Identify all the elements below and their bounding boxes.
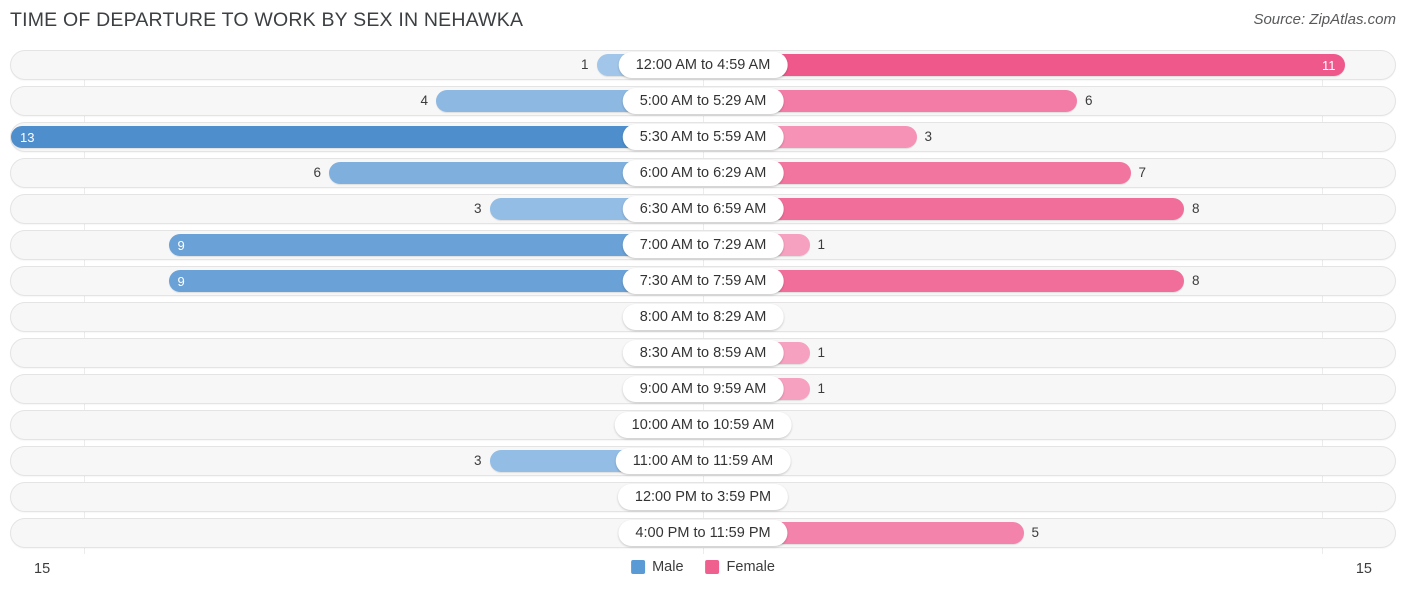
chart-root: TIME OF DEPARTURE TO WORK BY SEX IN NEHA… <box>0 0 1406 594</box>
female-value-label: 3 <box>924 129 933 145</box>
category-label: 11:00 AM to 11:59 AM <box>615 448 791 474</box>
chart-row[interactable]: 0 5 4:00 PM to 11:59 PM <box>10 518 1396 548</box>
legend-label: Male <box>652 559 684 575</box>
male-value-label: 3 <box>473 201 482 217</box>
male-bar-group: 0 <box>11 411 703 439</box>
axis-label-left: 15 <box>34 561 51 577</box>
female-value-label: 8 <box>1192 201 1200 217</box>
category-label: 9:00 AM to 9:59 AM <box>622 376 784 402</box>
chart-row[interactable]: 3 011:00 AM to 11:59 AM <box>10 446 1396 476</box>
category-label: 4:00 PM to 11:59 PM <box>618 520 788 546</box>
female-bar-group: 0 <box>703 483 1395 511</box>
chart-row[interactable]: 0012:00 PM to 3:59 PM <box>10 482 1396 512</box>
category-label: 12:00 PM to 3:59 PM <box>617 484 789 510</box>
male-value-label: 9 <box>177 273 185 289</box>
female-value-label: 5 <box>1031 525 1040 541</box>
legend-label: Female <box>726 559 775 575</box>
category-label: 7:00 AM to 7:29 AM <box>622 232 784 258</box>
male-bar-group: 9 <box>11 231 703 259</box>
female-bar-group: 1 <box>703 375 1395 403</box>
male-value-label: 3 <box>473 453 482 469</box>
legend-swatch-icon <box>631 560 646 575</box>
female-value-label: 8 <box>1192 273 1200 289</box>
category-label: 5:00 AM to 5:29 AM <box>622 88 784 114</box>
female-bar-group: 0 <box>703 411 1395 439</box>
male-bar-group: 3 <box>11 195 703 223</box>
male-bar-group: 4 <box>11 87 703 115</box>
female-bar-group: 5 <box>703 519 1395 547</box>
chart-row[interactable]: 9 8 7:30 AM to 7:59 AM <box>10 266 1396 296</box>
chart-footer: 15 15 Male Female <box>10 556 1396 590</box>
female-value-label: 1 <box>817 345 826 361</box>
male-bar-group: 0 <box>11 375 703 403</box>
male-bar-group: 0 <box>11 519 703 547</box>
female-bar-group: 11 <box>703 51 1395 79</box>
male-value-label: 9 <box>177 237 185 253</box>
category-label: 6:00 AM to 6:29 AM <box>622 160 784 186</box>
category-label: 7:30 AM to 7:59 AM <box>622 268 784 294</box>
male-bar[interactable]: 13 <box>11 126 703 148</box>
male-bar-group: 6 <box>11 159 703 187</box>
legend-swatch-icon <box>705 560 720 575</box>
female-bar-group: 8 <box>703 267 1395 295</box>
male-value-label: 13 <box>20 129 35 145</box>
female-value-label: 6 <box>1085 93 1093 109</box>
category-label: 5:30 AM to 5:59 AM <box>622 124 784 150</box>
chart-row[interactable]: 9 1 7:00 AM to 7:29 AM <box>10 230 1396 260</box>
male-value-label: 6 <box>313 165 321 181</box>
female-value-label: 7 <box>1138 165 1147 181</box>
category-label: 6:30 AM to 6:59 AM <box>622 196 784 222</box>
female-value-label: 1 <box>817 237 826 253</box>
category-label: 10:00 AM to 10:59 AM <box>614 412 792 438</box>
chart-legend: Male Female <box>631 560 775 575</box>
source-attribution: Source: ZipAtlas.com <box>1253 11 1396 28</box>
chart-row[interactable]: 008:00 AM to 8:29 AM <box>10 302 1396 332</box>
chart-plot-area: 1 11 12:00 AM to 4:59 AM 4 6 5:00 AM to 5:29 … <box>10 50 1396 554</box>
page-title: TIME OF DEPARTURE TO WORK BY SEX IN NEHA… <box>10 9 524 31</box>
female-bar-group: 7 <box>703 159 1395 187</box>
male-value-label: 1 <box>580 57 589 73</box>
male-bar-group: 1 <box>11 51 703 79</box>
chart-row[interactable]: 3 8 6:30 AM to 6:59 AM <box>10 194 1396 224</box>
male-bar-group: 0 <box>11 483 703 511</box>
chart-row[interactable]: 4 6 5:00 AM to 5:29 AM <box>10 86 1396 116</box>
chart-header: TIME OF DEPARTURE TO WORK BY SEX IN NEHA… <box>0 0 1406 42</box>
female-bar-group: 3 <box>703 123 1395 151</box>
male-bar-group: 9 <box>11 267 703 295</box>
axis-label-right: 15 <box>1355 561 1372 577</box>
legend-item[interactable]: Female <box>705 559 775 575</box>
chart-row[interactable]: 6 7 6:00 AM to 6:29 AM <box>10 158 1396 188</box>
category-label: 8:30 AM to 8:59 AM <box>622 340 784 366</box>
chart-row[interactable]: 0 1 8:30 AM to 8:59 AM <box>10 338 1396 368</box>
female-bar[interactable]: 11 <box>703 54 1345 76</box>
legend-item[interactable]: Male <box>631 559 684 575</box>
chart-row[interactable]: 0 1 9:00 AM to 9:59 AM <box>10 374 1396 404</box>
category-label: 12:00 AM to 4:59 AM <box>618 52 788 78</box>
chart-row[interactable]: 13 3 5:30 AM to 5:59 AM <box>10 122 1396 152</box>
male-bar-group: 13 <box>11 123 703 151</box>
female-bar-group: 0 <box>703 303 1395 331</box>
female-bar-group: 1 <box>703 339 1395 367</box>
female-value-label: 1 <box>817 381 826 397</box>
chart-row[interactable]: 1 11 12:00 AM to 4:59 AM <box>10 50 1396 80</box>
chart-row[interactable]: 0010:00 AM to 10:59 AM <box>10 410 1396 440</box>
female-value-label: 11 <box>1322 57 1336 73</box>
female-bar-group: 8 <box>703 195 1395 223</box>
male-bar-group: 0 <box>11 303 703 331</box>
female-bar-group: 0 <box>703 447 1395 475</box>
male-bar-group: 3 <box>11 447 703 475</box>
male-bar-group: 0 <box>11 339 703 367</box>
female-bar-group: 1 <box>703 231 1395 259</box>
male-value-label: 4 <box>420 93 428 109</box>
female-bar-group: 6 <box>703 87 1395 115</box>
category-label: 8:00 AM to 8:29 AM <box>622 304 784 330</box>
